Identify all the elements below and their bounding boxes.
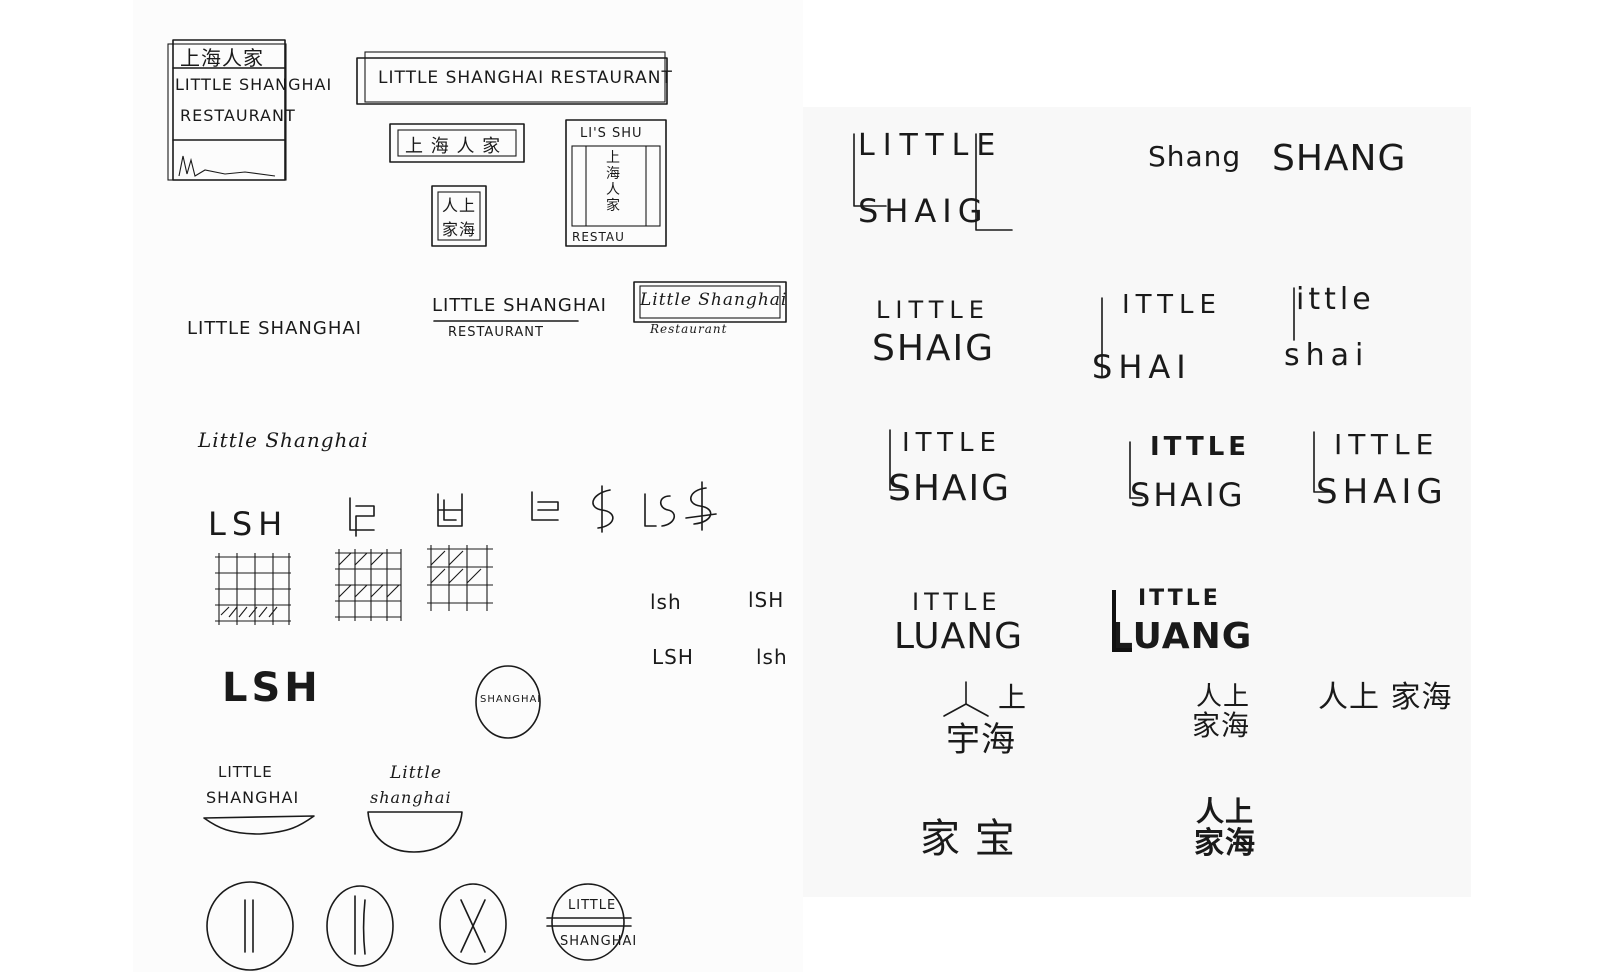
plate-drawing bbox=[203, 815, 315, 835]
r4-a-top: ITTLE bbox=[912, 588, 1002, 616]
wordmark-boxed: Little Shanghai bbox=[640, 290, 788, 310]
shang-upper: SHANG bbox=[1272, 138, 1407, 179]
cn2-a: 家 宝 bbox=[920, 816, 1016, 862]
r4-b-top: ITTLE bbox=[1138, 586, 1221, 611]
wordmark-underlined-sub: RESTAURANT bbox=[448, 325, 544, 340]
monogram-sketches bbox=[349, 481, 717, 537]
monogram-lsh-1: LSH bbox=[208, 505, 289, 543]
cn2-b-bottom: 家海 bbox=[1194, 826, 1256, 861]
circle-badge-text: SHANGHAI bbox=[480, 694, 542, 705]
r2-a-bottom: SHAIG bbox=[872, 328, 996, 369]
small-mark-d: lsh bbox=[756, 645, 788, 669]
r3-a-top: ITTLE bbox=[902, 428, 1002, 458]
bowl-top-text: Little bbox=[390, 763, 442, 783]
r4-a-bottom: LUANG bbox=[894, 616, 1024, 657]
r2-c-top: ittle bbox=[1296, 282, 1375, 317]
chopstick-badge-top: LITTLE bbox=[568, 898, 617, 913]
overlap-mark-bottom: SHAIG bbox=[858, 192, 989, 230]
r3-b-bottom: SHAIG bbox=[1130, 476, 1246, 514]
r4-b-bold-L bbox=[1112, 590, 1132, 652]
cn-square-top: 人上 bbox=[442, 196, 477, 215]
shang-lower: Shang bbox=[1148, 140, 1242, 173]
monogram-lsh-2: LSH bbox=[222, 665, 322, 711]
r2-b-top: ITTLE bbox=[1122, 290, 1222, 320]
bowl-drawing bbox=[367, 811, 463, 853]
r3-c-bottom: SHAIG bbox=[1316, 472, 1448, 512]
r3-b-top: ITTLE bbox=[1150, 432, 1251, 462]
r3-a-bottom: SHAIG bbox=[888, 468, 1012, 509]
bottom-circle-marks bbox=[206, 881, 632, 971]
small-mark-c: LSH bbox=[652, 645, 694, 669]
plate-bottom-text: SHANGHAI bbox=[206, 788, 300, 807]
r2-c-bottom: shai bbox=[1284, 338, 1370, 373]
cn1-c: 人上 家海 bbox=[1318, 680, 1453, 715]
wordmark-underlined: LITTLE SHANGHAI bbox=[432, 295, 607, 316]
overlap-mark-top: LITTLE bbox=[858, 128, 1004, 163]
tall-sign-top: LI'S SHU bbox=[580, 126, 643, 141]
bowl-bottom-text: shanghai bbox=[370, 788, 452, 807]
small-mark-b: lSH bbox=[748, 588, 785, 612]
small-mark-a: lsh bbox=[650, 590, 682, 614]
grid-sketches bbox=[215, 545, 493, 625]
cn1-a-ren bbox=[943, 681, 989, 717]
wordmark-plain: LITTLE SHANGHAI bbox=[187, 318, 362, 339]
wordmark-boxed-sub: Restaurant bbox=[650, 322, 728, 336]
cn-banner-text: 上 海 人 家 bbox=[405, 136, 502, 157]
cn1-b-bottom: 家海 bbox=[1192, 709, 1251, 742]
tall-sign-cn: 上海人家 bbox=[606, 150, 621, 214]
wordmark-script: Little Shanghai bbox=[198, 428, 369, 452]
r2-a-top: LITTLE bbox=[876, 296, 990, 324]
cn-square-bottom: 家海 bbox=[442, 220, 477, 239]
cn1-a-top: 上 bbox=[998, 681, 1028, 714]
banner-text: LITTLE SHANGHAI RESTAURANT bbox=[378, 68, 673, 88]
vertical-sign-cn: 上海人家 bbox=[180, 46, 264, 70]
wordmark-underline bbox=[433, 320, 579, 322]
r2-b-bottom: SHAI bbox=[1092, 348, 1192, 386]
r3-c-top: ITTLE bbox=[1334, 428, 1440, 461]
vertical-sign-line1: LITTLE SHANGHAI bbox=[175, 75, 333, 94]
chopstick-badge-bottom: SHANGHAI bbox=[560, 934, 638, 949]
plate-top-text: LITTLE bbox=[218, 763, 273, 781]
vertical-sign-line2: RESTAURANT bbox=[180, 106, 296, 125]
tall-sign-bottom: RESTAU bbox=[572, 230, 625, 244]
